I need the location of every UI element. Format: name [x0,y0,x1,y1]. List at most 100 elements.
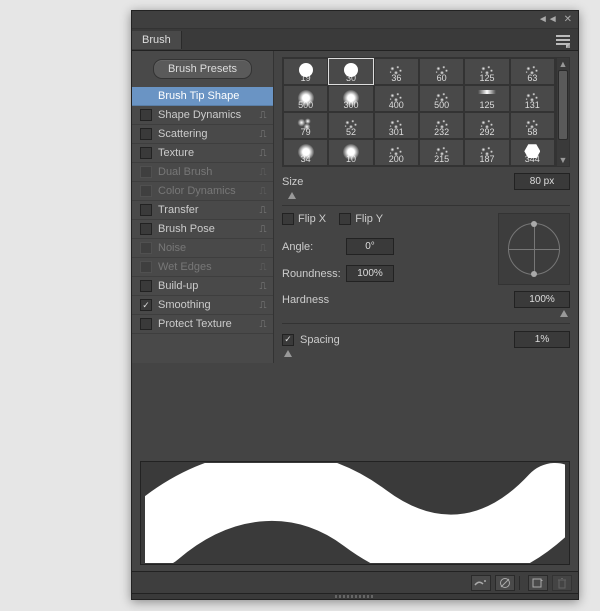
angle-widget[interactable] [498,213,570,285]
option-scatter-checkbox[interactable] [140,128,152,140]
lock-icon[interactable]: ⎍ [257,110,269,121]
brush-swatch[interactable]: 79 [283,112,328,139]
option-colordyn[interactable]: Color Dynamics⎍ [132,182,273,201]
lock-icon[interactable]: ⎍ [257,243,269,254]
tab-brush[interactable]: Brush [132,31,182,49]
brush-swatch[interactable]: 300 [328,85,373,112]
brush-swatch[interactable]: 344 [510,139,555,166]
option-buildup-checkbox[interactable] [140,280,152,292]
option-shapedyn[interactable]: Shape Dynamics⎍ [132,106,273,125]
option-smooth-label: Smoothing [158,299,257,311]
lock-icon[interactable]: ⎍ [257,300,269,311]
brush-swatch[interactable]: 30 [328,58,373,85]
brush-swatch[interactable]: 52 [328,112,373,139]
option-pose-label: Brush Pose [158,223,257,235]
option-smooth-checkbox[interactable] [140,299,152,311]
brush-swatch[interactable]: 232 [419,112,464,139]
option-texture[interactable]: Texture⎍ [132,144,273,163]
option-wet-label: Wet Edges [158,261,257,273]
brush-swatch[interactable]: 500 [283,85,328,112]
option-scatter[interactable]: Scattering⎍ [132,125,273,144]
lock-icon[interactable]: ⎍ [257,148,269,159]
resize-handle[interactable] [132,593,578,599]
option-noise-checkbox[interactable] [140,242,152,254]
scroll-thumb[interactable] [558,70,568,140]
brush-swatch[interactable]: 63 [510,58,555,85]
spacing-input[interactable]: 1% [514,331,570,348]
hardness-input[interactable]: 100% [514,291,570,308]
option-dual-checkbox[interactable] [140,166,152,178]
spacing-slider[interactable] [282,349,570,357]
lock-icon[interactable]: ⎍ [257,167,269,178]
option-colordyn-label: Color Dynamics [158,185,257,197]
option-texture-checkbox[interactable] [140,147,152,159]
option-colordyn-checkbox[interactable] [140,185,152,197]
brush-swatch[interactable]: 125 [464,85,509,112]
angle-input[interactable]: 0° [346,238,394,255]
option-tip[interactable]: Brush Tip Shape [132,87,273,106]
brush-swatch[interactable]: 19 [283,58,328,85]
brush-swatch[interactable]: 500 [419,85,464,112]
option-dual[interactable]: Dual Brush⎍ [132,163,273,182]
option-pose[interactable]: Brush Pose⎍ [132,220,273,239]
option-protect[interactable]: Protect Texture⎍ [132,315,273,334]
flip-x-checkbox[interactable]: Flip X [282,213,326,225]
roundness-label: Roundness: [282,268,346,280]
brush-swatch[interactable]: 301 [374,112,419,139]
spacing-checkbox[interactable] [282,334,294,346]
option-transfer-checkbox[interactable] [140,204,152,216]
option-shapedyn-checkbox[interactable] [140,109,152,121]
panel-tabbar: Brush [132,29,578,51]
brush-swatch[interactable]: 58 [510,112,555,139]
lock-icon[interactable]: ⎍ [257,186,269,197]
lock-icon[interactable]: ⎍ [257,129,269,140]
option-buildup[interactable]: Build-up⎍ [132,277,273,296]
scroll-up-icon[interactable]: ▲ [559,58,568,70]
swatch-shape-icon [298,90,314,106]
panel-footer [132,571,578,593]
lock-icon[interactable]: ⎍ [257,319,269,330]
brush-swatch[interactable]: 187 [464,139,509,166]
option-protect-checkbox[interactable] [140,318,152,330]
toggle-preview-icon[interactable] [471,575,491,591]
brush-swatch[interactable]: 34 [283,139,328,166]
collapse-icon[interactable]: ◄◄ [538,14,558,25]
option-transfer[interactable]: Transfer⎍ [132,201,273,220]
brush-options-sidebar: Brush Presets Brush Tip ShapeShape Dynam… [132,51,274,363]
lock-icon[interactable]: ⎍ [257,262,269,273]
flip-y-checkbox[interactable]: Flip Y [339,213,383,225]
swatch-shape-icon [298,144,314,160]
lock-icon[interactable]: ⎍ [257,281,269,292]
brush-swatch[interactable]: 200 [374,139,419,166]
option-noise[interactable]: Noise⎍ [132,239,273,258]
brush-presets-button[interactable]: Brush Presets [153,59,252,79]
option-wet[interactable]: Wet Edges⎍ [132,258,273,277]
roundness-input[interactable]: 100% [346,265,394,282]
brush-swatch[interactable]: 400 [374,85,419,112]
swatch-shape-icon [387,117,405,131]
lock-icon[interactable]: ⎍ [257,224,269,235]
lock-icon[interactable]: ⎍ [257,205,269,216]
brush-swatch[interactable]: 36 [374,58,419,85]
brush-swatch[interactable]: 131 [510,85,555,112]
size-input[interactable]: 80 px [514,173,570,190]
hardness-slider[interactable] [282,309,570,317]
size-slider[interactable] [282,191,570,199]
close-icon[interactable]: ✕ [564,14,572,25]
swatch-scrollbar[interactable]: ▲ ▼ [556,57,570,167]
panel-menu-icon[interactable] [554,33,572,47]
option-buildup-label: Build-up [158,280,257,292]
toggle-lock-icon[interactable] [495,575,515,591]
brush-swatch[interactable]: 292 [464,112,509,139]
brush-swatch[interactable]: 125 [464,58,509,85]
new-brush-icon[interactable] [528,575,548,591]
brush-swatch[interactable]: 215 [419,139,464,166]
delete-brush-icon[interactable] [552,575,572,591]
option-smooth[interactable]: Smoothing⎍ [132,296,273,315]
option-pose-checkbox[interactable] [140,223,152,235]
brush-swatch[interactable]: 10 [328,139,373,166]
stroke-preview [140,461,570,565]
scroll-down-icon[interactable]: ▼ [559,154,568,166]
option-wet-checkbox[interactable] [140,261,152,273]
brush-swatch[interactable]: 60 [419,58,464,85]
